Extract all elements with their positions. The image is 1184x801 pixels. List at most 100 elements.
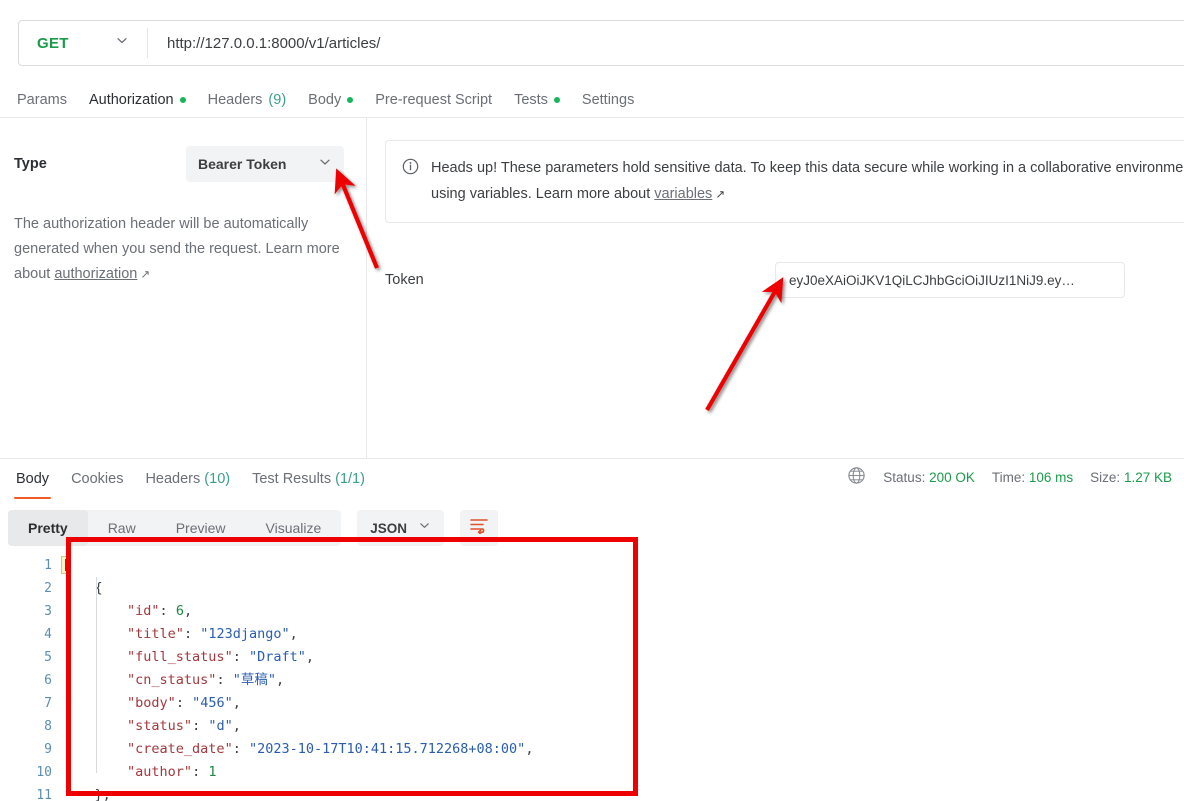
code-token: ,	[525, 741, 534, 757]
tab-body[interactable]: Body	[297, 82, 364, 118]
green-dot-icon	[347, 97, 354, 103]
green-dot-icon	[179, 97, 186, 103]
line-number: 5	[44, 650, 52, 665]
code-token: :	[216, 672, 233, 688]
code-line: {	[62, 577, 1184, 600]
bearer-token-dropdown[interactable]: Bearer Token	[186, 146, 344, 182]
tab-authorization[interactable]: Authorization	[78, 82, 197, 119]
tab-body-label: Body	[308, 92, 342, 108]
sensitive-data-notice: Heads up! These parameters hold sensitiv…	[385, 140, 1184, 223]
authorization-type-pane: Type Bearer Token The authorization head…	[0, 118, 366, 458]
view-mode-preview[interactable]: Preview	[156, 510, 246, 546]
globe-icon[interactable]	[847, 466, 866, 488]
response-tab-body[interactable]: Body	[5, 462, 60, 499]
response-tab-headers[interactable]: Headers (10)	[134, 462, 241, 496]
code-token: ,	[232, 695, 241, 711]
code-token: :	[175, 695, 193, 711]
url-input[interactable]	[148, 34, 1184, 52]
time-value: 106 ms	[1028, 469, 1074, 485]
code-token: :	[183, 626, 201, 642]
view-mode-visualize[interactable]: Visualize	[246, 510, 342, 546]
tab-headers[interactable]: Headers (9)	[197, 82, 298, 118]
code-content[interactable]: [ { "id": 6, "title": "123django", "full…	[60, 552, 1184, 801]
view-mode-raw[interactable]: Raw	[88, 510, 156, 546]
wrap-text-button[interactable]	[460, 510, 499, 546]
line-number: 2	[44, 581, 52, 596]
code-line: },	[62, 784, 1184, 801]
response-tab-test-results[interactable]: Test Results (1/1)	[241, 462, 376, 496]
tab-settings[interactable]: Settings	[571, 82, 645, 118]
code-token: ,	[305, 649, 315, 665]
token-value: eyJ0eXAiOiJKV1QiLCJhbGciOiJIUzI1NiJ9.ey…	[789, 272, 1075, 288]
code-token: :	[192, 764, 209, 780]
line-number: 7	[44, 696, 52, 711]
tab-headers-count: (9)	[268, 92, 287, 108]
status-readout: Status: 200 OK	[883, 470, 975, 485]
url-bar: GET	[18, 20, 1184, 66]
variables-doc-link[interactable]: variables	[654, 186, 712, 202]
response-separator	[0, 458, 1184, 459]
request-tabs: Params Authorization Headers (9) Body Pr…	[0, 82, 1184, 119]
code-line: "full_status": "Draft",	[62, 646, 1184, 669]
code-token: :	[232, 649, 249, 665]
tab-headers-label: Headers	[207, 92, 263, 108]
response-tab-test-results-count: (1/1)	[335, 471, 365, 487]
notice-body: Heads up! These parameters hold sensitiv…	[431, 160, 1184, 202]
tab-params[interactable]: Params	[6, 82, 78, 118]
code-token: "123django"	[200, 626, 290, 642]
tab-pre-request-script[interactable]: Pre-request Script	[364, 82, 503, 118]
code-token: ,	[183, 603, 193, 619]
line-number: 6	[44, 673, 52, 688]
tab-authorization-label: Authorization	[88, 92, 174, 108]
code-token: [	[60, 556, 72, 574]
code-token: ,	[275, 672, 285, 688]
code-line: "create_date": "2023-10-17T10:41:15.7122…	[62, 738, 1184, 761]
code-token: 1	[208, 764, 217, 780]
code-token: "d"	[208, 718, 233, 734]
response-tab-headers-label: Headers	[145, 471, 201, 487]
external-link-icon: ↗	[137, 269, 151, 281]
code-line: "id": 6,	[62, 600, 1184, 623]
code-token: "456"	[192, 695, 233, 711]
code-token: :	[232, 741, 249, 757]
code-token: :	[159, 603, 176, 619]
view-mode-pretty[interactable]: Pretty	[8, 510, 88, 546]
view-mode-preview-label: Preview	[175, 520, 226, 536]
size-label: Size:	[1090, 469, 1121, 485]
tab-params-label: Params	[17, 92, 67, 108]
view-mode-raw-label: Raw	[107, 520, 136, 536]
code-token: "id"	[127, 603, 160, 619]
time-label: Time:	[991, 469, 1026, 485]
http-method-dropdown[interactable]: GET	[19, 21, 147, 65]
chevron-down-icon	[418, 519, 431, 537]
code-token: :	[192, 718, 209, 734]
code-token: "Draft"	[248, 649, 306, 665]
response-tab-cookies[interactable]: Cookies	[60, 462, 134, 496]
token-input-field[interactable]: eyJ0eXAiOiJKV1QiLCJhbGciOiJIUzI1NiJ9.ey…	[775, 262, 1125, 298]
auth-type-label: Type	[14, 156, 47, 172]
tab-tests-label: Tests	[514, 92, 548, 108]
tab-pre-request-script-label: Pre-request Script	[375, 92, 493, 108]
notice-text: Heads up! These parameters hold sensitiv…	[431, 155, 1184, 208]
code-token: "草稿"	[232, 672, 276, 688]
code-token: ,	[289, 626, 298, 642]
external-link-icon: ↗	[712, 189, 726, 201]
code-token: ,	[232, 718, 241, 734]
info-icon	[402, 158, 419, 208]
code-line: "status": "d",	[62, 715, 1184, 738]
response-body-code[interactable]: 1 2 3 4 5 6 7 8 9 10 11 [ { "id": 6, "title": "123…	[0, 552, 1184, 801]
code-token: 6	[175, 603, 184, 619]
http-method-label: GET	[37, 34, 69, 52]
authorization-doc-link[interactable]: authorization	[54, 266, 137, 282]
tab-tests[interactable]: Tests	[503, 82, 571, 118]
response-format-dropdown[interactable]: JSON	[357, 510, 445, 546]
code-fold-rail	[96, 577, 97, 773]
line-number: 3	[44, 604, 52, 619]
line-number: 4	[44, 627, 52, 642]
line-number: 10	[36, 765, 52, 780]
code-line: "cn_status": "草稿",	[62, 669, 1184, 692]
